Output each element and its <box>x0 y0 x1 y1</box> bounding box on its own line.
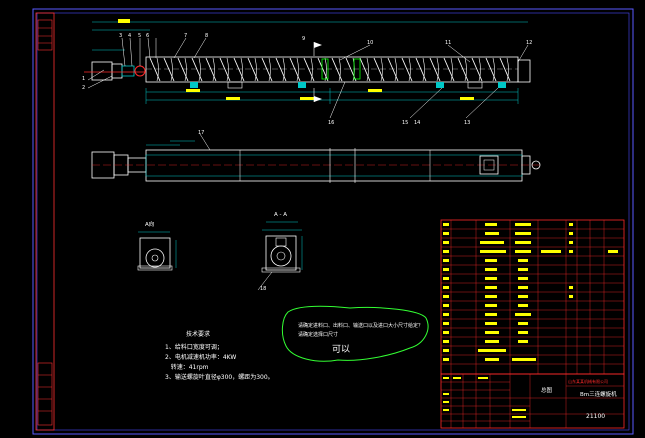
title-drawing-name: Bm三连螺旋机 <box>580 390 617 398</box>
title-block: 山东某某机械有限公司 总图 Bm三连螺旋机 21100 <box>440 373 625 429</box>
callout-4: 4 <box>128 33 131 39</box>
callout-7: 7 <box>184 33 187 39</box>
annotation-line-2: 请确定选择口尺寸 <box>298 331 338 338</box>
tech-req-item: 2、电机减速机功率：4KW <box>165 353 236 361</box>
callout-16: 16 <box>328 120 334 126</box>
title-company: 山东某某机械有限公司 <box>568 378 608 384</box>
review-annotation: 请确定进料口、出料口、输送口以及进口大小尺寸给定？ 请确定选择口尺寸 可以 <box>281 305 429 362</box>
callout-5: 5 <box>138 33 141 39</box>
plan-view <box>91 133 541 183</box>
callout-1: 1 <box>82 76 85 82</box>
callout-11: 11 <box>445 40 451 46</box>
tech-requirements: 技术要求 1、给料口宽度可调； 2、电机减速机功率：4KW 转速：41rpm 3… <box>165 330 274 381</box>
title-drawing-no: 21100 <box>586 413 605 420</box>
callout-2: 2 <box>82 85 85 91</box>
annotation-line-1: 请确定进料口、出料口、输送口以及进口大小尺寸给定？ <box>298 322 423 329</box>
elevation-view <box>84 19 531 119</box>
callout-13: 13 <box>464 120 470 126</box>
tech-req-item: 转速：41rpm <box>165 363 209 371</box>
callout-labels: 1 2 3 4 5 6 7 8 9 10 11 12 13 14 15 16 1… <box>82 33 532 292</box>
left-margin-strip <box>35 12 55 431</box>
callout-3: 3 <box>119 33 122 39</box>
callout-6: 6 <box>146 33 149 39</box>
title-material: 总图 <box>541 386 553 394</box>
callout-14: 14 <box>414 120 420 126</box>
parts-list <box>440 219 625 375</box>
callout-17: 17 <box>198 130 204 136</box>
tech-req-item: 3、输送螺旋叶直径φ300，螺距为300。 <box>165 373 274 381</box>
callout-12: 12 <box>526 40 532 46</box>
callout-9: 9 <box>302 36 305 42</box>
callout-10: 10 <box>367 40 373 46</box>
section-a-a-label: A - A <box>274 212 287 218</box>
view-a: A向 <box>137 220 177 271</box>
callout-8: 8 <box>205 33 208 39</box>
callout-15: 15 <box>402 120 408 126</box>
view-a-label: A向 <box>145 220 154 228</box>
tech-req-title: 技术要求 <box>186 330 210 338</box>
cad-drawing-canvas: 1 2 3 4 5 6 7 8 9 10 11 12 13 14 15 16 1… <box>32 8 634 435</box>
section-a-a: A - A <box>257 212 303 291</box>
annotation-reply: 可以 <box>332 344 350 355</box>
callout-18: 18 <box>260 286 266 292</box>
tech-req-item: 1、给料口宽度可调； <box>165 343 223 351</box>
drawing-frame <box>32 8 634 435</box>
